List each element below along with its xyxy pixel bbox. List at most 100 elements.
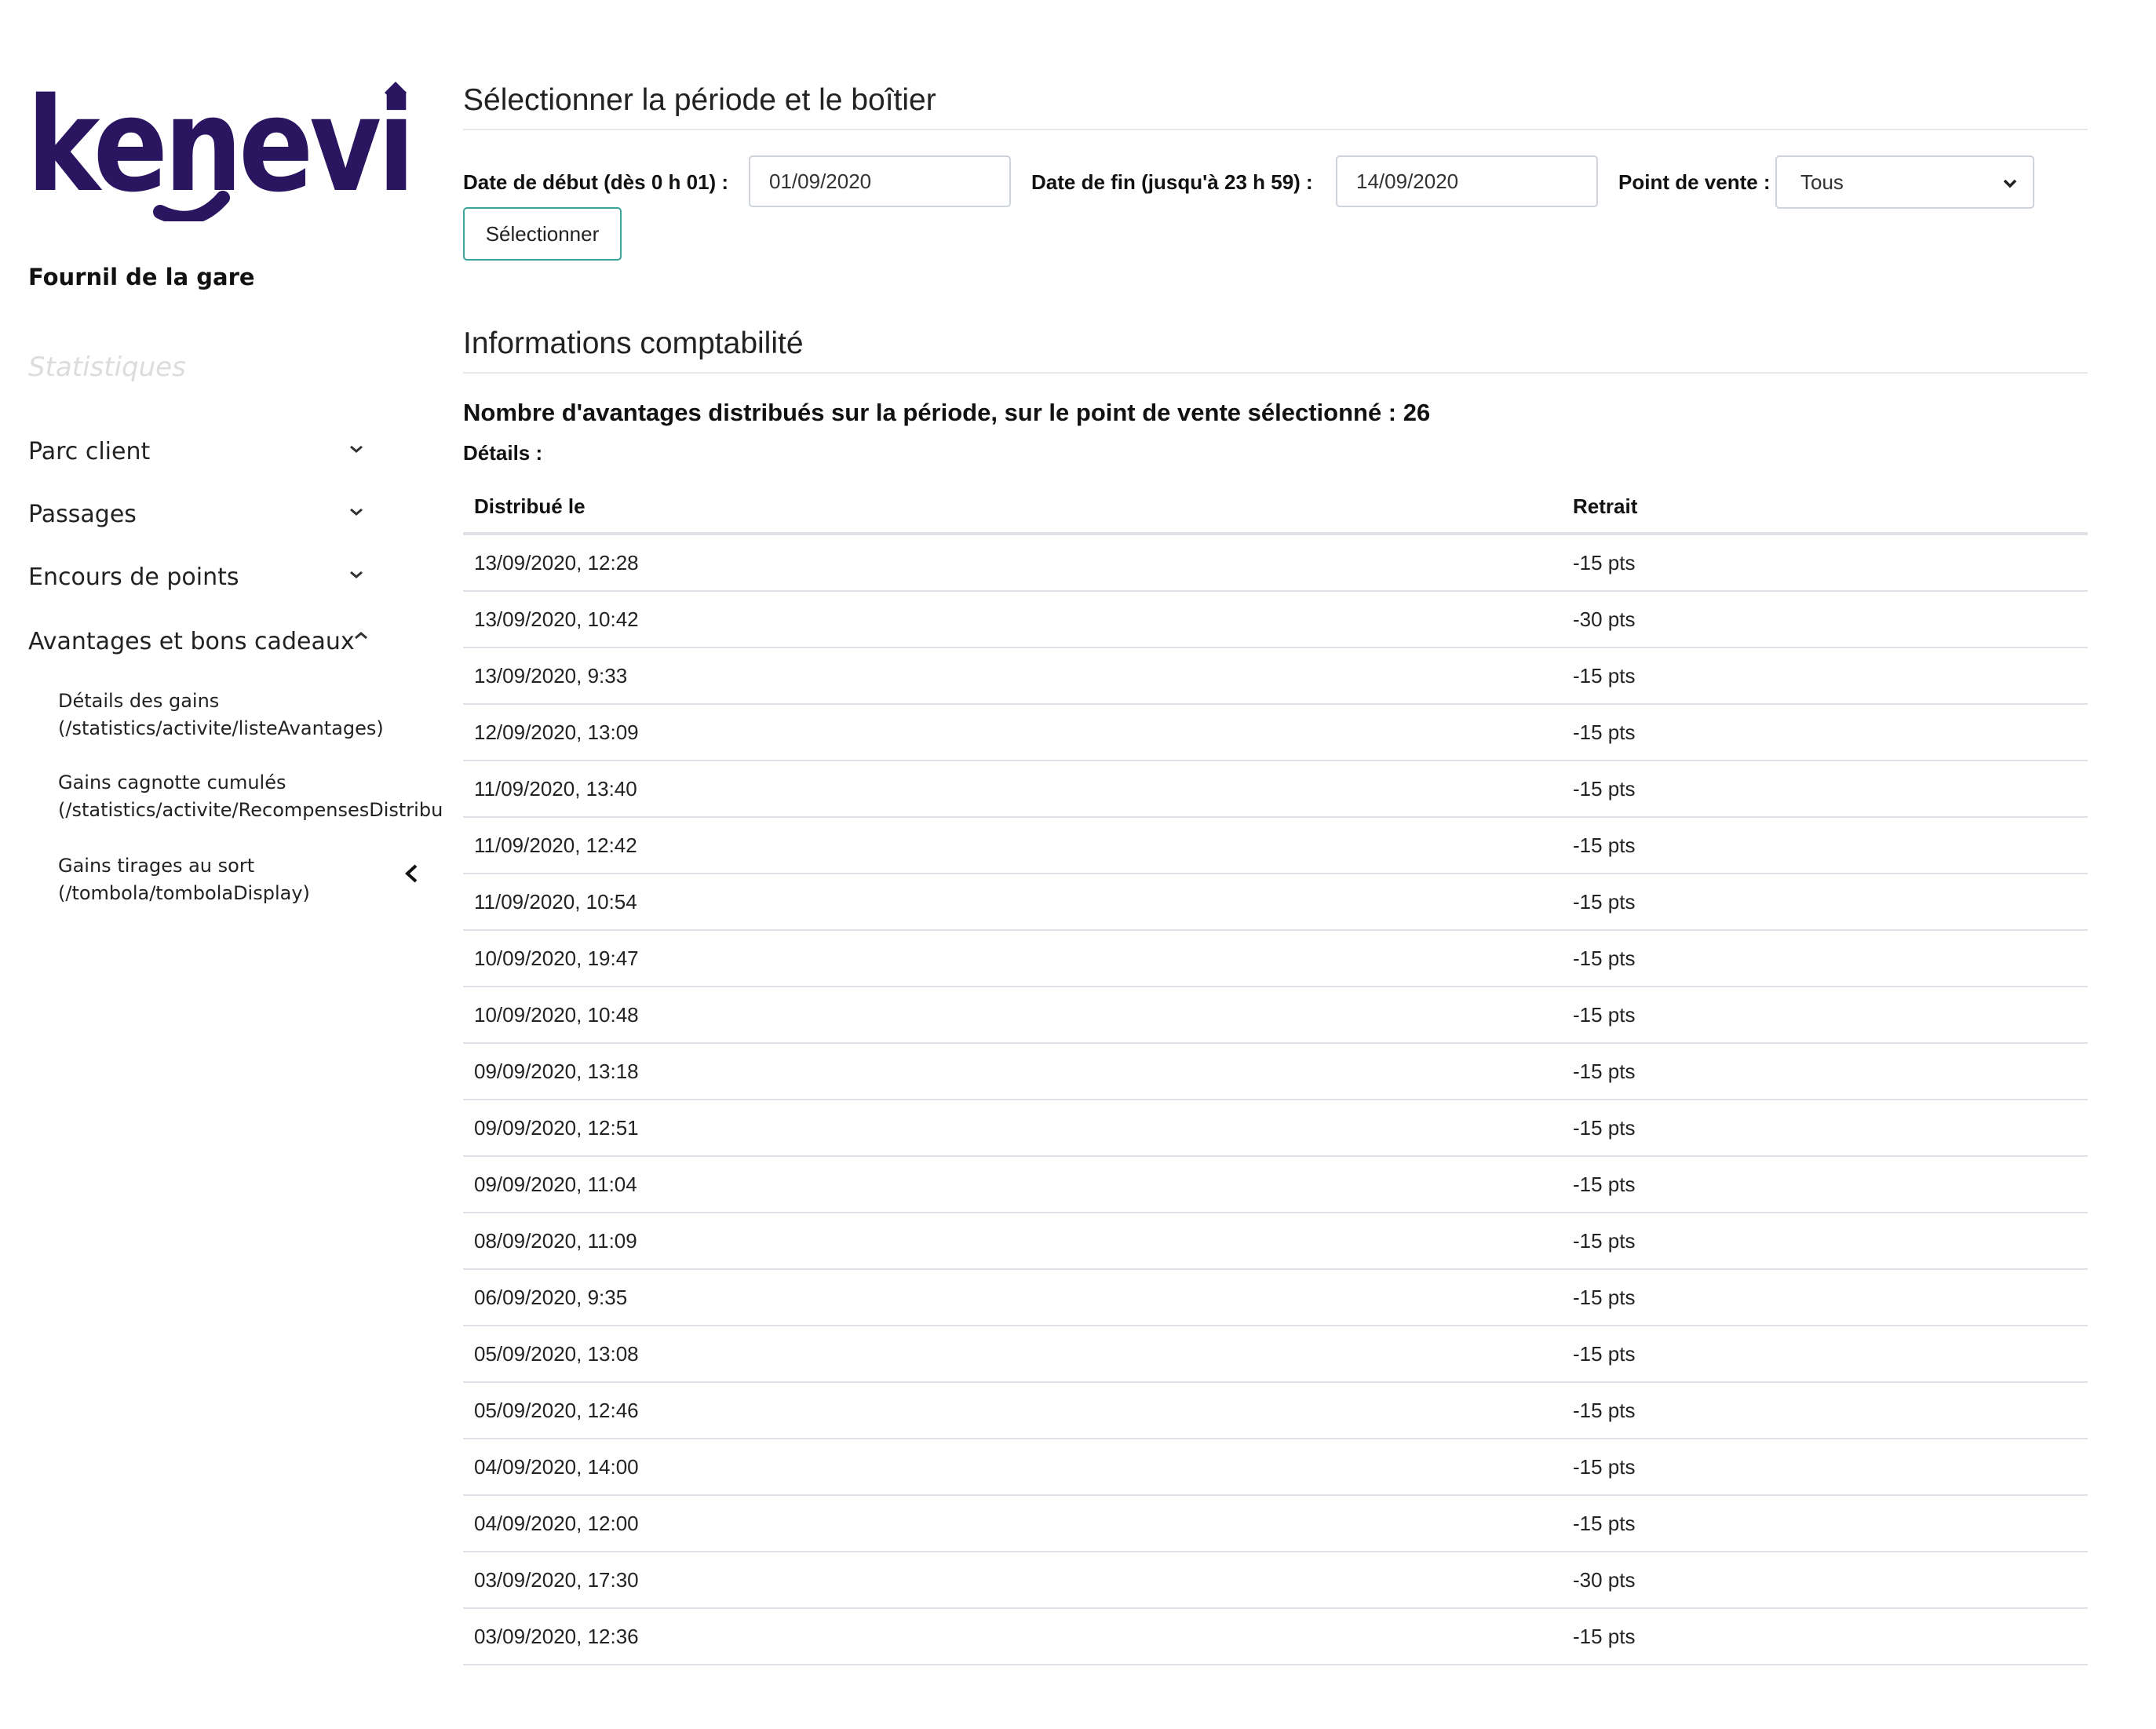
table-row: 06/09/2020, 9:35 -15 pts	[463, 1269, 2088, 1326]
cell-distribue-le: 05/09/2020, 13:08	[463, 1326, 1562, 1383]
table-row: 10/09/2020, 10:48 -15 pts	[463, 987, 2088, 1044]
table-row: 09/09/2020, 11:04 -15 pts	[463, 1156, 2088, 1213]
table-body: 13/09/2020, 12:28 -15 pts 13/09/2020, 10:4…	[463, 534, 2088, 1665]
cell-retrait: -15 pts	[1562, 930, 2088, 987]
period-section-heading: Sélectionner la période et le boîtier	[463, 83, 2088, 130]
column-header-distribue-le: Distribué le	[463, 480, 1562, 535]
table-row: 13/09/2020, 10:42 -30 pts	[463, 591, 2088, 648]
cell-distribue-le: 03/09/2020, 17:30	[463, 1552, 1562, 1609]
cell-retrait: -15 pts	[1562, 1269, 2088, 1326]
sub-item-path: (/statistics/activite/RecompensesDistrib…	[58, 799, 443, 821]
table-row: 12/09/2020, 13:09 -15 pts	[463, 704, 2088, 761]
cell-distribue-le: 09/09/2020, 13:18	[463, 1043, 1562, 1100]
cell-retrait: -15 pts	[1562, 1495, 2088, 1552]
table-row: 13/09/2020, 12:28 -15 pts	[463, 534, 2088, 592]
cell-distribue-le: 05/09/2020, 12:46	[463, 1382, 1562, 1439]
distributed-summary: Nombre d'avantages distribués sur la pér…	[463, 399, 1431, 426]
details-label: Détails :	[463, 441, 543, 465]
table-row: 04/09/2020, 12:00 -15 pts	[463, 1495, 2088, 1552]
nav-item-label: Avantages et bons cadeaux	[28, 628, 355, 655]
select-period-button[interactable]: Sélectionner	[463, 207, 622, 261]
chevron-left-icon[interactable]	[399, 860, 425, 887]
sub-item-path: (/statistics/activite/listeAvantages)	[58, 717, 384, 739]
cell-retrait: -15 pts	[1562, 534, 2088, 592]
distribution-table: Distribué le Retrait 13/09/2020, 12:28 -1…	[463, 480, 2088, 1665]
cell-retrait: -15 pts	[1562, 704, 2088, 761]
cell-retrait: -15 pts	[1562, 1326, 2088, 1383]
sub-item-title: Gains cagnotte cumulés	[58, 771, 286, 793]
accounting-heading-text: Informations comptabilité	[463, 326, 804, 360]
sub-item-gains-cagnotte-cumules[interactable]: Gains cagnotte cumulés (/statistics/acti…	[58, 769, 466, 824]
kenevi-logo-graphic: kenevi	[27, 72, 416, 221]
cell-distribue-le: 13/09/2020, 9:33	[463, 647, 1562, 705]
cell-retrait: -30 pts	[1562, 591, 2088, 648]
table-row: 11/09/2020, 13:40 -15 pts	[463, 761, 2088, 818]
cell-distribue-le: 04/09/2020, 14:00	[463, 1439, 1562, 1496]
end-date-input[interactable]	[1336, 155, 1598, 207]
start-date-input[interactable]	[749, 155, 1011, 207]
cell-retrait: -15 pts	[1562, 647, 2088, 705]
cell-distribue-le: 13/09/2020, 10:42	[463, 591, 1562, 648]
cell-retrait: -15 pts	[1562, 874, 2088, 931]
cell-retrait: -15 pts	[1562, 1100, 2088, 1157]
table-row: 11/09/2020, 12:42 -15 pts	[463, 817, 2088, 874]
cell-distribue-le: 10/09/2020, 19:47	[463, 930, 1562, 987]
start-date-label: Date de début (dès 0 h 01) :	[463, 170, 729, 194]
cell-distribue-le: 12/09/2020, 13:09	[463, 704, 1562, 761]
point-de-vente-label: Point de vente :	[1618, 170, 1771, 194]
end-date-label: Date de fin (jusqu'à 23 h 59) :	[1031, 170, 1313, 194]
cell-retrait: -15 pts	[1562, 1043, 2088, 1100]
cell-distribue-le: 10/09/2020, 10:48	[463, 987, 1562, 1044]
table-row: 05/09/2020, 13:08 -15 pts	[463, 1326, 2088, 1383]
kenevi-logo[interactable]: kenevi	[27, 72, 419, 221]
nav-item-avantages-bons-cadeaux[interactable]: Avantages et bons cadeaux	[28, 628, 397, 655]
cell-distribue-le: 11/09/2020, 10:54	[463, 874, 1562, 931]
nav-item-encours-de-points[interactable]: Encours de points	[28, 564, 374, 591]
chevron-up-icon	[355, 632, 367, 640]
table-row: 13/09/2020, 9:33 -15 pts	[463, 647, 2088, 705]
table-row: 03/09/2020, 17:30 -30 pts	[463, 1552, 2088, 1609]
table-row: 11/09/2020, 10:54 -15 pts	[463, 874, 2088, 931]
column-header-retrait: Retrait	[1562, 480, 2088, 535]
point-de-vente-selected: Tous	[1800, 170, 1844, 194]
cell-retrait: -15 pts	[1562, 1213, 2088, 1270]
chevron-down-icon	[350, 445, 363, 453]
nav-item-label: Encours de points	[28, 564, 239, 591]
cell-distribue-le: 03/09/2020, 12:36	[463, 1608, 1562, 1665]
sub-item-title: Détails des gains	[58, 690, 220, 712]
cell-distribue-le: 11/09/2020, 12:42	[463, 817, 1562, 874]
cell-retrait: -15 pts	[1562, 987, 2088, 1044]
cell-retrait: -15 pts	[1562, 1439, 2088, 1496]
cell-distribue-le: 08/09/2020, 11:09	[463, 1213, 1562, 1270]
cell-distribue-le: 04/09/2020, 12:00	[463, 1495, 1562, 1552]
merchant-name: Fournil de la gare	[28, 264, 255, 290]
chevron-down-icon	[350, 508, 363, 516]
cell-retrait: -15 pts	[1562, 1608, 2088, 1665]
sub-item-details-des-gains[interactable]: Détails des gains (/statistics/activite/…	[58, 688, 466, 742]
period-heading-text: Sélectionner la période et le boîtier	[463, 83, 936, 117]
cell-distribue-le: 09/09/2020, 11:04	[463, 1156, 1562, 1213]
app-root: kenevi Fournil de la gare Statistiques P…	[0, 0, 2156, 1729]
accounting-section-heading: Informations comptabilité	[463, 326, 2088, 374]
table-row: 09/09/2020, 12:51 -15 pts	[463, 1100, 2088, 1157]
table-row: 03/09/2020, 12:36 -15 pts	[463, 1608, 2088, 1665]
chevron-down-icon	[2003, 179, 2017, 188]
cell-retrait: -15 pts	[1562, 817, 2088, 874]
chevron-down-icon	[350, 571, 363, 578]
point-de-vente-select[interactable]: Tous	[1775, 155, 2034, 209]
cell-distribue-le: 09/09/2020, 12:51	[463, 1100, 1562, 1157]
cell-retrait: -15 pts	[1562, 1156, 2088, 1213]
cell-retrait: -15 pts	[1562, 1382, 2088, 1439]
cell-distribue-le: 13/09/2020, 12:28	[463, 534, 1562, 592]
cell-retrait: -15 pts	[1562, 761, 2088, 818]
nav-item-label: Passages	[28, 501, 137, 528]
section-title-statistiques: Statistiques	[28, 352, 186, 383]
nav-item-parc-client[interactable]: Parc client	[28, 438, 374, 465]
cell-retrait: -30 pts	[1562, 1552, 2088, 1609]
sidebar: kenevi Fournil de la gare Statistiques P…	[0, 0, 455, 1729]
table-row: 09/09/2020, 13:18 -15 pts	[463, 1043, 2088, 1100]
nav-item-passages[interactable]: Passages	[28, 501, 374, 528]
cell-distribue-le: 11/09/2020, 13:40	[463, 761, 1562, 818]
nav-item-label: Parc client	[28, 438, 151, 465]
table-header-row: Distribué le Retrait	[463, 480, 2088, 535]
